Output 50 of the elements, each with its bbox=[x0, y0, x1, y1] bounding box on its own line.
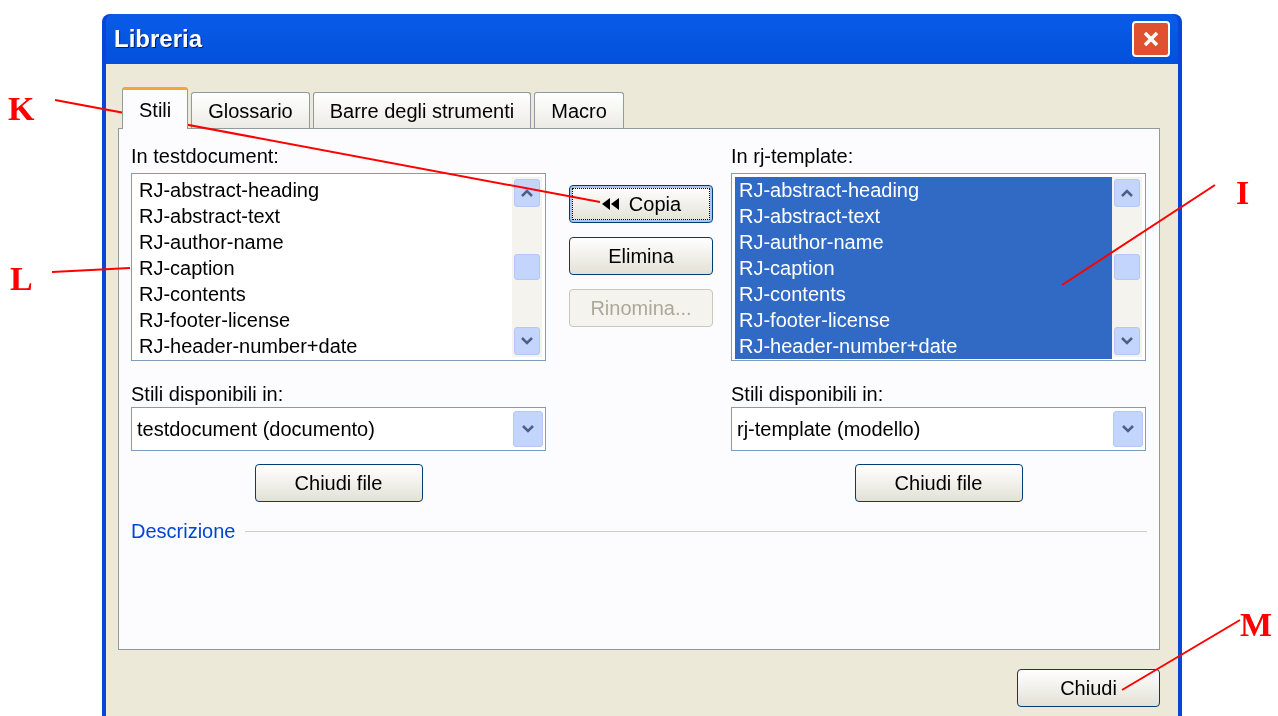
dialog-button[interactable]: Chiudi file bbox=[854, 464, 1023, 502]
scroll-down-icon[interactable] bbox=[514, 327, 540, 355]
style-list-item[interactable]: RJ-author-name bbox=[735, 229, 1112, 255]
dropdown-icon[interactable] bbox=[1113, 411, 1143, 447]
close-icon bbox=[1142, 30, 1160, 48]
file-dropdown[interactable]: rj-template (modello) bbox=[731, 407, 1146, 451]
style-list-item[interactable]: RJ-header-number+date bbox=[735, 333, 1112, 359]
dialog-button[interactable]: Elimina bbox=[569, 237, 713, 275]
list-label: In rj-template: bbox=[731, 144, 855, 169]
style-list-item[interactable]: RJ-header-number+date bbox=[135, 333, 512, 359]
style-list-item[interactable]: RJ-footer-license bbox=[735, 307, 1112, 333]
callout-letter: M bbox=[1240, 608, 1273, 642]
scrollbar[interactable] bbox=[1112, 177, 1142, 357]
double-arrow-left-icon bbox=[600, 198, 621, 210]
file-dropdown[interactable]: testdocument (documento) bbox=[131, 407, 546, 451]
dropdown-label: Stili disponibili in: bbox=[131, 382, 285, 407]
style-list-item[interactable]: RJ-abstract-text bbox=[135, 203, 512, 229]
scroll-up-icon[interactable] bbox=[514, 179, 540, 207]
description-heading: Descrizione bbox=[131, 519, 236, 544]
tab[interactable]: Stili bbox=[122, 87, 189, 129]
scroll-thumb[interactable] bbox=[1114, 254, 1140, 280]
close-button[interactable] bbox=[1132, 21, 1170, 57]
style-list[interactable]: RJ-abstract-heading RJ-abstract-text RJ-author-name RJ-caption RJ-contents RJ-footer-license RJ-header-number+date bbox=[131, 173, 546, 361]
dropdown-icon[interactable] bbox=[513, 411, 543, 447]
dialog-button[interactable]: Chiudi bbox=[1017, 669, 1160, 707]
dialog-button[interactable]: Copia bbox=[569, 185, 713, 223]
style-list-item[interactable]: RJ-abstract-heading bbox=[135, 177, 512, 203]
tab[interactable]: Macro bbox=[534, 92, 624, 128]
style-list-item[interactable]: RJ-author-name bbox=[135, 229, 512, 255]
scrollbar[interactable] bbox=[512, 177, 542, 357]
dialog-button[interactable]: Chiudi file bbox=[254, 464, 423, 502]
style-list-item[interactable]: RJ-abstract-text bbox=[735, 203, 1112, 229]
scroll-thumb[interactable] bbox=[514, 254, 540, 280]
tab[interactable]: Glossario bbox=[191, 92, 310, 128]
style-list-item[interactable]: RJ-caption bbox=[135, 255, 512, 281]
style-list-item[interactable]: RJ-contents bbox=[135, 281, 512, 307]
style-list-item[interactable]: RJ-contents bbox=[735, 281, 1112, 307]
callout-letter: L bbox=[10, 262, 33, 296]
scroll-down-icon[interactable] bbox=[1114, 327, 1140, 355]
style-list-item[interactable]: RJ-footer-license bbox=[135, 307, 512, 333]
callout-letter: I bbox=[1236, 176, 1250, 210]
tab[interactable]: Barre degli strumenti bbox=[312, 92, 532, 128]
scroll-up-icon[interactable] bbox=[1114, 179, 1140, 207]
list-label: In testdocument: bbox=[131, 144, 280, 169]
style-list-item[interactable]: RJ-caption bbox=[735, 255, 1112, 281]
callout-letter: K bbox=[8, 92, 35, 126]
style-list[interactable]: RJ-abstract-heading RJ-abstract-text RJ-author-name RJ-caption RJ-contents RJ-footer-license RJ-header-number+date bbox=[731, 173, 1146, 361]
dropdown-label: Stili disponibili in: bbox=[731, 382, 885, 407]
window-title: Libreria bbox=[114, 24, 203, 54]
style-list-item[interactable]: RJ-abstract-heading bbox=[735, 177, 1112, 203]
